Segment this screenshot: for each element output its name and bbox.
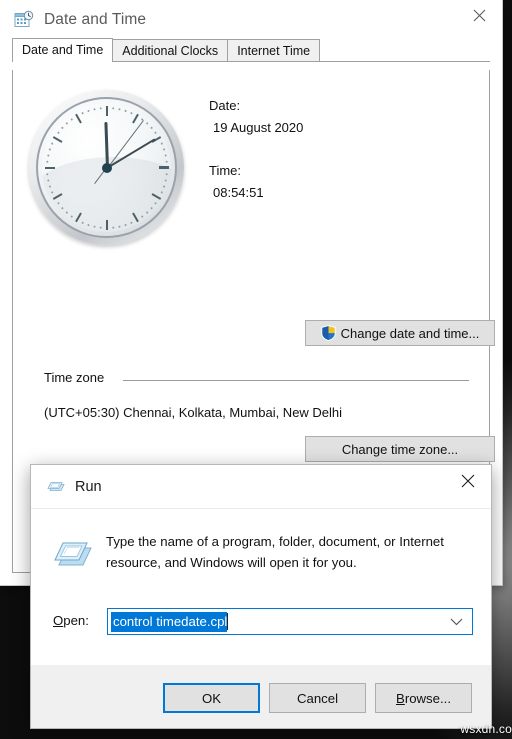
window-title: Date and Time (44, 11, 147, 28)
run-description: Type the name of a program, folder, docu… (106, 534, 444, 570)
cancel-button[interactable]: Cancel (269, 683, 366, 713)
tab-additional-clocks[interactable]: Additional Clocks (112, 39, 229, 61)
run-close-icon[interactable] (445, 465, 491, 497)
run-dialog: Run Type the name of a program, folder, … (30, 464, 492, 729)
run-body: Type the name of a program, folder, docu… (31, 509, 491, 665)
open-combobox[interactable]: control timedate.cpl (107, 608, 473, 635)
tab-label: Date and Time (22, 43, 104, 57)
analog-clock (29, 90, 184, 245)
timezone-group-divider (123, 380, 469, 381)
tab-date-and-time[interactable]: Date and Time (12, 38, 114, 62)
tab-label: Internet Time (237, 43, 311, 58)
date-label: Date: (209, 98, 241, 113)
change-date-and-time-button[interactable]: Change date and time... (305, 320, 495, 346)
timezone-value: (UTC+05:30) Chennai, Kolkata, Mumbai, Ne… (44, 405, 343, 420)
ok-button-label: OK (201, 690, 222, 706)
run-title: Run (75, 478, 102, 495)
shield-icon (320, 325, 336, 342)
screen: Date and Time Date and Time Additional C… (0, 0, 512, 739)
cancel-button-label: Cancel (296, 690, 339, 706)
change-time-zone-label: Change time zone... (341, 441, 459, 457)
tab-label: Additional Clocks (122, 43, 219, 58)
ok-button[interactable]: OK (163, 683, 260, 713)
browse-button-label: Browse... (396, 691, 451, 706)
calendar-clock-icon (14, 10, 34, 30)
date-time-info: Date: 19 August 2020 Time: 08:54:51 (209, 98, 303, 200)
text-caret (227, 613, 229, 630)
chevron-down-icon[interactable] (450, 609, 463, 634)
browse-mnemonic: B (396, 690, 405, 706)
browse-rest: rowse... (404, 690, 451, 706)
time-label: Time: (209, 163, 242, 178)
open-label: Open: (53, 613, 89, 628)
run-titlebar: Run (31, 465, 491, 509)
run-footer: OK Cancel Browse... (31, 664, 491, 728)
browse-button[interactable]: Browse... (375, 683, 472, 713)
window-titlebar: Date and Time (0, 0, 502, 40)
clock-center-pin (101, 162, 112, 173)
open-input-value[interactable]: control timedate.cpl (111, 611, 228, 632)
open-label-rest: pen: (63, 613, 89, 628)
change-time-zone-button[interactable]: Change time zone... (305, 436, 495, 462)
date-value: 19 August 2020 (213, 120, 304, 135)
time-value: 08:54:51 (213, 185, 264, 200)
change-date-and-time-label: Change date and time... (340, 325, 480, 341)
tab-internet-time[interactable]: Internet Time (227, 39, 321, 61)
open-label-mnemonic: O (53, 613, 64, 628)
tabstrip: Date and Time Additional Clocks Internet… (12, 38, 490, 62)
run-large-icon (51, 535, 93, 573)
close-icon[interactable] (457, 0, 502, 30)
timezone-group-label: Time zone (44, 370, 112, 385)
run-window-icon (47, 479, 65, 495)
watermark: wsxdn.co (460, 722, 512, 736)
